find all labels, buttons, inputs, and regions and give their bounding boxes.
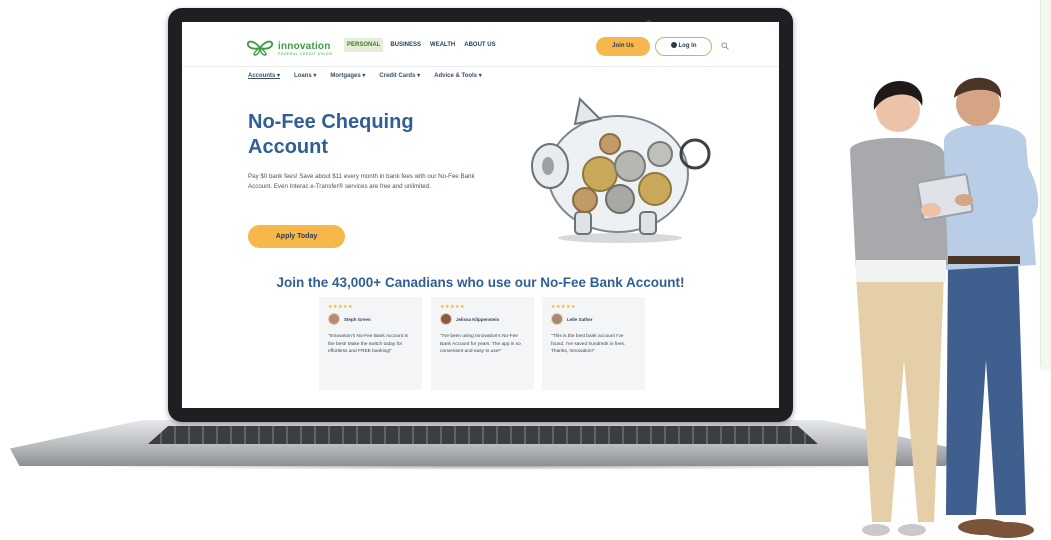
review-text: "This is the best bank account I've foun… <box>551 334 626 354</box>
logo-subtitle: FEDERAL CREDIT UNION <box>278 52 333 56</box>
top-nav-business[interactable]: BUSINESS <box>388 38 423 52</box>
review-text: "Innovation's No-Fee Bank Account is the… <box>328 334 408 354</box>
star-rating-icon: ★★★★★ <box>440 304 465 310</box>
top-nav: PERSONAL BUSINESS WEALTH ABOUT US <box>344 38 498 52</box>
sub-nav-accounts[interactable]: Accounts ▾ <box>248 72 280 79</box>
top-nav-wealth[interactable]: WEALTH <box>428 38 457 52</box>
star-rating-icon: ★★★★★ <box>328 304 353 310</box>
logo-name[interactable]: innovation <box>278 41 331 52</box>
header-divider <box>182 66 779 67</box>
review-card: ★★★★★ Lelle Sather "This is the best ban… <box>542 297 645 390</box>
sub-nav: Accounts ▾ Loans ▾ Mortgages ▾ Credit Ca… <box>248 72 482 79</box>
avatar <box>551 313 563 325</box>
site-header: innovation FEDERAL CREDIT UNION PERSONAL… <box>182 22 779 68</box>
couple-photo <box>850 77 1039 538</box>
reviewer-name: Lelle Sather <box>567 316 593 322</box>
review-card: ★★★★★ Steph Green "Innovation's No-Fee B… <box>319 297 422 390</box>
review-text: "I've been using Innovation's No-Fee Ban… <box>440 334 521 354</box>
top-nav-personal[interactable]: PERSONAL <box>344 38 384 52</box>
laptop-keyboard <box>148 426 818 444</box>
social-proof-heading: Join the 43,000+ Canadians who use our N… <box>276 275 685 290</box>
sub-nav-loans[interactable]: Loans ▾ <box>294 72 316 79</box>
top-nav-about-us[interactable]: ABOUT US <box>462 38 497 52</box>
sub-nav-credit-cards[interactable]: Credit Cards ▾ <box>379 72 420 79</box>
butterfly-logo-icon[interactable] <box>247 40 273 56</box>
reviewer: Jelissa Klippenstein <box>440 313 525 325</box>
sub-nav-advice-tools[interactable]: Advice & Tools ▾ <box>434 72 482 79</box>
user-icon <box>670 42 677 48</box>
apply-today-button[interactable]: Apply Today <box>248 225 345 248</box>
piggy-bank-image <box>531 96 711 243</box>
reviewer: Steph Green <box>328 313 413 325</box>
avatar <box>328 313 340 325</box>
star-rating-icon: ★★★★★ <box>551 304 576 310</box>
reviewer: Lelle Sather <box>551 313 636 325</box>
reviewer-name: Steph Green <box>344 316 371 322</box>
hero-description: Pay $0 bank fees! Save about $11 every m… <box>248 173 475 190</box>
reviewer-name: Jelissa Klippenstein <box>456 316 500 322</box>
avatar <box>440 313 452 325</box>
join-us-button[interactable]: Join Us <box>596 37 650 56</box>
log-in-label: Log In <box>678 43 697 49</box>
sub-nav-mortgages[interactable]: Mortgages ▾ <box>330 72 365 79</box>
laptop-screen: innovation FEDERAL CREDIT UNION PERSONAL… <box>182 22 779 408</box>
review-card: ★★★★★ Jelissa Klippenstein "I've been us… <box>431 297 534 390</box>
log-in-button[interactable]: Log In <box>655 37 712 56</box>
hero-title: No-Fee Chequing Account <box>248 111 414 158</box>
search-icon[interactable] <box>721 42 729 50</box>
